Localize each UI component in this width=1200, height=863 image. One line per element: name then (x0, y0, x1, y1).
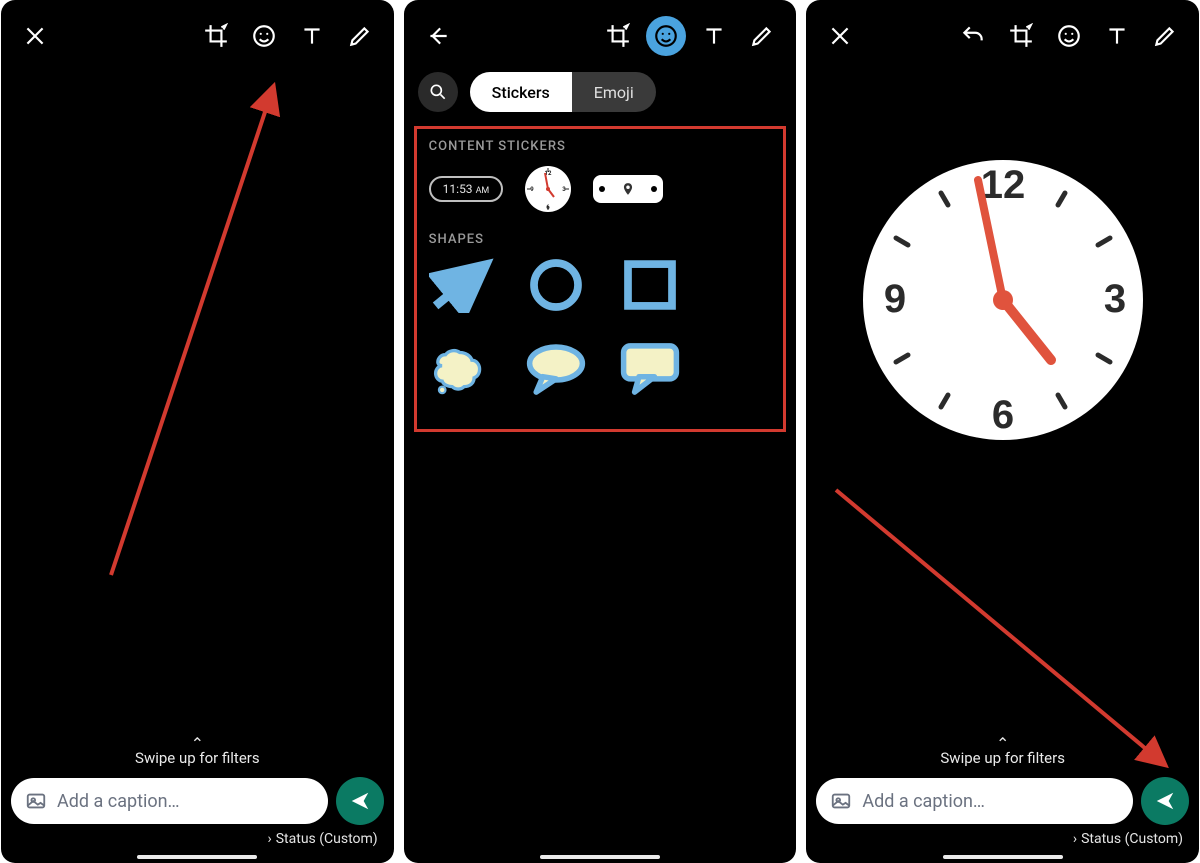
caption-placeholder: Add a caption… (57, 791, 180, 812)
back-icon[interactable] (418, 16, 458, 56)
shape-thought-bubble[interactable] (429, 341, 495, 397)
location-sticker[interactable] (593, 175, 663, 203)
svg-text:12: 12 (980, 163, 1025, 207)
caption-input[interactable]: Add a caption… (11, 778, 328, 824)
screen-3-editor-with-clock: 12 3 6 9 (806, 0, 1199, 863)
sticker-emoji-toggle[interactable]: Stickers Emoji (470, 72, 656, 112)
shape-speech-rect[interactable] (617, 341, 683, 397)
close-icon[interactable] (15, 16, 55, 56)
send-button[interactable] (1141, 777, 1189, 825)
chevron-up-icon: ⌃ (11, 739, 384, 749)
text-icon[interactable] (1097, 16, 1137, 56)
placed-clock-sticker[interactable]: 12 3 6 9 (853, 150, 1153, 450)
svg-text:6: 6 (547, 204, 551, 211)
caption-input[interactable]: Add a caption… (816, 778, 1133, 824)
bottom-bar: ⌃ Swipe up for filters Add a caption… ›S… (1, 731, 394, 863)
toolbar (806, 0, 1199, 72)
home-indicator (137, 855, 257, 859)
swipe-hint: ⌃ Swipe up for filters (11, 739, 384, 767)
draw-icon[interactable] (742, 16, 782, 56)
shape-circle[interactable] (523, 257, 589, 313)
svg-text:3: 3 (1104, 277, 1126, 321)
home-indicator (943, 855, 1063, 859)
chevron-right-icon: › (1073, 831, 1077, 847)
chevron-right-icon: › (268, 831, 272, 847)
svg-text:9: 9 (531, 186, 535, 193)
emoji-icon[interactable] (244, 16, 284, 56)
text-icon[interactable] (292, 16, 332, 56)
shape-speech-oval[interactable] (523, 341, 589, 397)
segment-row: Stickers Emoji (404, 72, 797, 120)
svg-text:9: 9 (884, 277, 906, 321)
gallery-icon (830, 790, 852, 812)
screen-1-editor: ⌃ Swipe up for filters Add a caption… ›S… (1, 0, 394, 863)
svg-text:6: 6 (992, 393, 1014, 437)
crop-icon[interactable] (1001, 16, 1041, 56)
emoji-icon[interactable] (1049, 16, 1089, 56)
home-indicator (540, 855, 660, 859)
gallery-icon (25, 790, 47, 812)
emoji-icon[interactable] (646, 16, 686, 56)
swipe-hint: ⌃ Swipe up for filters (816, 739, 1189, 767)
svg-text:3: 3 (563, 186, 567, 193)
shape-arrow[interactable] (429, 257, 495, 313)
draw-icon[interactable] (1145, 16, 1185, 56)
chevron-up-icon: ⌃ (816, 739, 1189, 749)
screen-2-sticker-picker: Stickers Emoji CONTENT STICKERS 11:53AM … (404, 0, 797, 863)
clock-sticker[interactable]: 12 3 6 9 (523, 164, 573, 214)
undo-icon[interactable] (953, 16, 993, 56)
shape-square[interactable] (617, 257, 683, 313)
draw-icon[interactable] (340, 16, 380, 56)
section-content-stickers: CONTENT STICKERS (429, 139, 772, 154)
status-recipient[interactable]: ›Status (Custom) (11, 831, 384, 847)
text-icon[interactable] (694, 16, 734, 56)
section-shapes: SHAPES (429, 232, 772, 247)
status-recipient[interactable]: ›Status (Custom) (816, 831, 1189, 847)
toolbar (404, 0, 797, 72)
annotation-arrow (91, 70, 291, 590)
crop-icon[interactable] (598, 16, 638, 56)
time-sticker[interactable]: 11:53AM (429, 176, 504, 202)
send-button[interactable] (336, 777, 384, 825)
crop-icon[interactable] (196, 16, 236, 56)
close-icon[interactable] (820, 16, 860, 56)
caption-placeholder: Add a caption… (862, 791, 985, 812)
toolbar (1, 0, 394, 72)
tab-emoji[interactable]: Emoji (572, 72, 656, 112)
sticker-panel: CONTENT STICKERS 11:53AM 12 3 6 9 (414, 126, 787, 432)
search-button[interactable] (418, 72, 458, 112)
bottom-bar: ⌃ Swipe up for filters Add a caption… ›S… (806, 731, 1199, 863)
tab-stickers[interactable]: Stickers (470, 72, 572, 112)
